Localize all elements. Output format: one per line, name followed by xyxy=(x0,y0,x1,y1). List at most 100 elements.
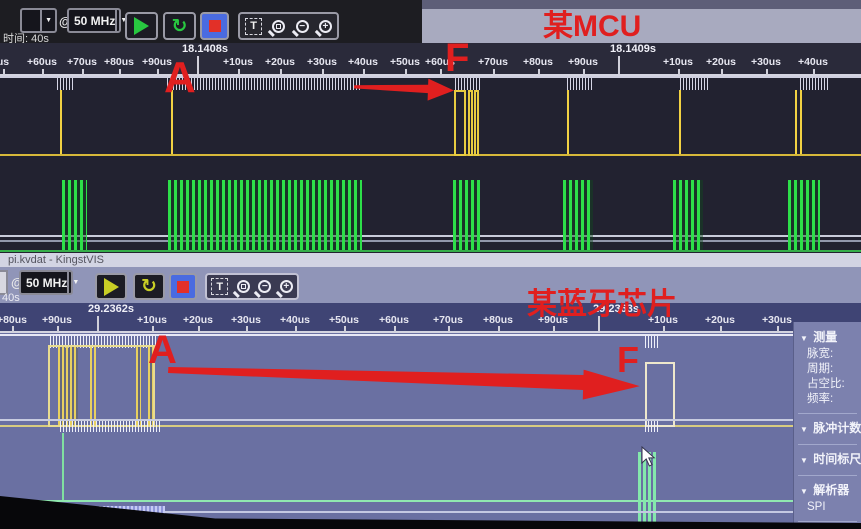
loop-capture-button[interactable]: ↻ xyxy=(163,12,196,40)
ruler-tick-label: us xyxy=(0,56,9,68)
ruler-tick-label: +30us xyxy=(751,56,781,68)
ruler-center-tick xyxy=(618,56,620,74)
analysis-sidebar: ▼ 测量脉宽:周期:占空比:频率:▼ 脉冲计数▼ 时间标尺▼ 解析器SPI xyxy=(793,322,861,529)
window2-titlebar: pi.kvdat - KingstVIS xyxy=(0,253,861,267)
ruler-tick-label: +30us xyxy=(231,314,261,326)
sample-rate-combo[interactable]: 50 MHz ▼ xyxy=(19,270,73,295)
pulse-burst xyxy=(167,78,362,90)
ruler-tick-mark xyxy=(42,69,44,75)
window1-time-ruler[interactable]: 18.1408s18.1409sus+60us+70us+80us+90us+1… xyxy=(0,43,861,76)
start-capture-button[interactable] xyxy=(95,273,127,300)
ruler-tick-label: +60us xyxy=(27,56,57,68)
annotation-a2-label: A xyxy=(148,330,177,370)
annotation-f1-label: F xyxy=(445,38,469,78)
ruler-tick-label: +10us xyxy=(663,56,693,68)
sample-rate-value: 50 MHz xyxy=(21,276,67,290)
sidebar-section-label: 脉冲计数 xyxy=(810,421,861,435)
start-capture-button[interactable] xyxy=(125,12,158,40)
sidebar-section-header[interactable]: ▼ 时间标尺 xyxy=(794,451,861,469)
collapse-arrow-icon: ▼ xyxy=(800,487,808,496)
loop-icon: ↻ xyxy=(141,277,157,296)
zoom-fit-button[interactable] xyxy=(272,20,285,33)
ruler-tick-mark xyxy=(246,326,248,332)
ruler-tick-label: +40us xyxy=(798,56,828,68)
sidebar-section-header[interactable]: ▼ 脉冲计数 xyxy=(794,420,861,438)
chevron-down-icon: ▼ xyxy=(67,272,82,293)
ruler-tick-mark xyxy=(394,326,396,332)
ruler-tick-mark xyxy=(12,326,14,332)
window2-channel-white2[interactable] xyxy=(0,419,793,433)
zoom-in-button[interactable]: + xyxy=(319,20,332,33)
pulse xyxy=(468,90,473,156)
pulse-burst xyxy=(453,180,480,250)
stop-capture-button[interactable] xyxy=(169,273,197,300)
ruler-tick-mark xyxy=(766,69,768,75)
sidebar-separator xyxy=(798,413,857,414)
ruler-tick-mark xyxy=(280,69,282,75)
ruler-tick-mark xyxy=(498,326,500,332)
sidebar-separator xyxy=(798,444,857,445)
zoom-out-button[interactable]: − xyxy=(258,280,271,293)
window2-waveform-area[interactable] xyxy=(0,333,793,529)
ruler-center-time: 29.2362s xyxy=(88,303,134,315)
loop-capture-button[interactable]: ↻ xyxy=(133,273,165,300)
green-baseline xyxy=(0,500,793,502)
view-tools-group: T − + xyxy=(238,12,339,40)
ruler-tick-mark xyxy=(663,326,665,332)
ruler-tick-label: +80us xyxy=(104,56,134,68)
ruler-tick-label: +50us xyxy=(329,314,359,326)
window2-time-ruler[interactable]: 29.2362s29.2363s+80us+90us+10us+20us+30u… xyxy=(0,303,861,333)
sidebar-item[interactable]: SPI xyxy=(794,500,861,515)
stop-capture-button[interactable] xyxy=(200,12,229,40)
ruler-tick-label: +40us xyxy=(348,56,378,68)
text-annotation-button[interactable]: T xyxy=(211,278,228,295)
ruler-tick-label: +70us xyxy=(67,56,97,68)
ruler-center-tick xyxy=(197,56,199,74)
ruler-tick-label: +10us xyxy=(137,314,167,326)
sidebar-section-header[interactable]: ▼ 测量 xyxy=(794,329,861,347)
window1-channel-green[interactable] xyxy=(0,180,861,253)
green-baseline xyxy=(0,250,861,252)
zoom-in-button[interactable]: + xyxy=(280,280,293,293)
chevron-down-icon: ▼ xyxy=(40,10,55,31)
sidebar-item: 周期: xyxy=(794,362,861,377)
window1-waveform-area[interactable] xyxy=(0,76,861,253)
ruler-tick-label: +20us xyxy=(706,56,736,68)
pulse xyxy=(679,90,681,154)
play-icon xyxy=(104,278,119,296)
sample-rate-combo[interactable]: 50 MHz ▼ xyxy=(67,8,121,33)
ruler-tick-label: +40us xyxy=(280,314,310,326)
ruler-tick-mark xyxy=(448,326,450,332)
ruler-tick-label: +60us xyxy=(379,314,409,326)
collapse-arrow-icon: ▼ xyxy=(800,456,808,465)
ruler-tick-mark xyxy=(3,69,5,75)
stop-icon xyxy=(209,20,221,32)
ruler-tick-mark xyxy=(238,69,240,75)
sidebar-separator xyxy=(798,475,857,476)
mouse-cursor xyxy=(641,446,656,468)
pulse xyxy=(795,90,797,154)
ruler-tick-label: +90us xyxy=(568,56,598,68)
pulse xyxy=(474,90,479,156)
pulse-burst xyxy=(57,78,75,90)
sidebar-section-header[interactable]: ▼ 解析器 xyxy=(794,482,861,500)
ruler-tick-mark xyxy=(344,326,346,332)
ruler-tick-mark xyxy=(440,69,442,75)
zoom-out-button[interactable]: − xyxy=(296,20,309,33)
annotation-f2-label: F xyxy=(617,342,639,378)
window1-channel-yellow[interactable] xyxy=(0,90,861,156)
text-annotation-button[interactable]: T xyxy=(245,18,262,35)
ruler-tick-mark xyxy=(720,326,722,332)
annotation-mcu-label: 某MCU xyxy=(543,12,641,42)
ruler-tick-mark xyxy=(721,69,723,75)
pulse-burst xyxy=(680,78,708,90)
pulse-burst xyxy=(673,180,703,250)
loop-icon: ↻ xyxy=(172,17,188,36)
ruler-tick-mark xyxy=(583,69,585,75)
pulse xyxy=(454,90,466,156)
stop-icon xyxy=(177,281,189,293)
zoom-fit-button[interactable] xyxy=(237,280,250,293)
ruler-tick-label: +20us xyxy=(265,56,295,68)
ruler-tick-mark xyxy=(777,326,779,332)
annotation-a1-label: A xyxy=(164,56,196,100)
